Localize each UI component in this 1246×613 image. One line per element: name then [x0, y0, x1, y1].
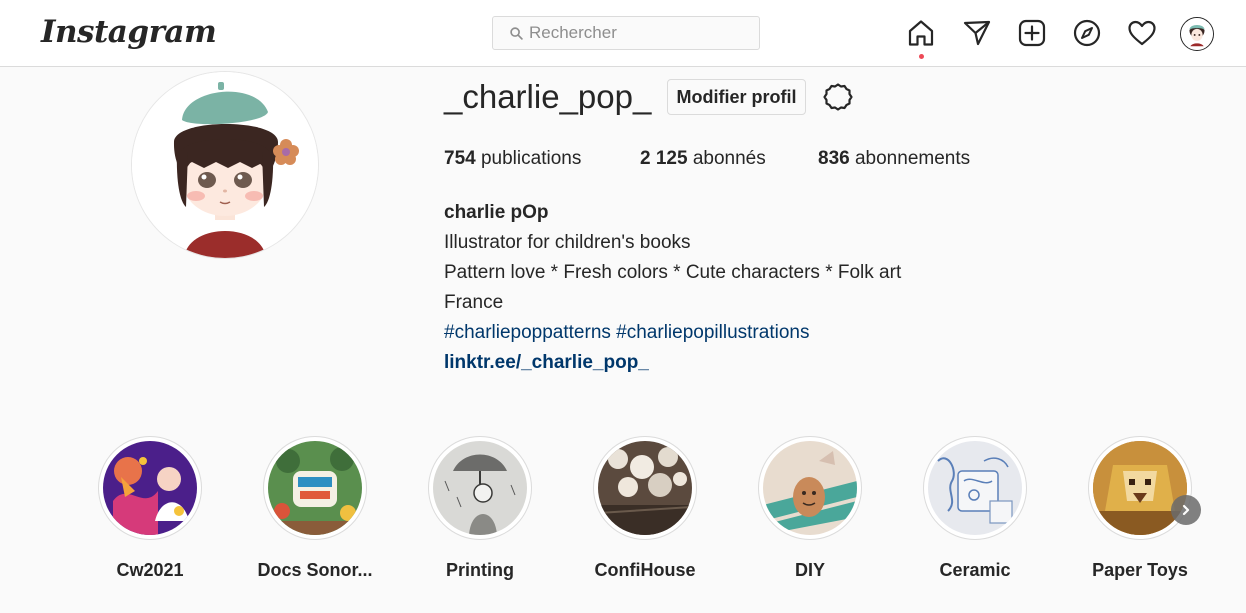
highlight-thumbnail [598, 441, 692, 535]
story-highlight[interactable]: ConfiHouse [592, 436, 698, 581]
highlight-thumbnail [1093, 441, 1187, 535]
activity-button[interactable] [1127, 18, 1157, 48]
highlight-ring [593, 436, 697, 540]
new-post-button[interactable] [1017, 18, 1047, 48]
new-post-icon [1018, 19, 1046, 47]
home-button[interactable] [906, 18, 936, 48]
highlight-thumbnail [433, 441, 527, 535]
highlight-label: Paper Toys [1092, 560, 1188, 580]
highlight-ring [758, 436, 862, 540]
following-count: 836 [818, 148, 850, 169]
story-highlight[interactable]: Printing [427, 436, 533, 581]
notification-dot [919, 54, 924, 59]
search-input[interactable] [529, 23, 749, 43]
highlight-label: ConfiHouse [594, 560, 696, 580]
story-highlight[interactable]: Ceramic [922, 436, 1028, 581]
story-highlight[interactable]: DIY [757, 436, 863, 581]
bio-hashtags: #charliepoppatterns #charliepopillustrat… [444, 318, 901, 348]
highlight-ring [263, 436, 367, 540]
story-highlight[interactable]: Cw2021 [97, 436, 203, 581]
highlight-ring [1088, 436, 1192, 540]
highlight-label: Ceramic [939, 560, 1011, 580]
explore-button[interactable] [1072, 18, 1102, 48]
highlight-ring [428, 436, 532, 540]
profile-username: _charlie_pop_ [444, 78, 652, 115]
hashtag-link[interactable]: #charliepopillustrations [616, 322, 809, 343]
search-box[interactable] [492, 16, 760, 50]
followers-stat[interactable]: 2 125 abonnés [640, 148, 766, 170]
bio-line: France [444, 292, 504, 313]
highlight-label: Printing [446, 560, 514, 580]
settings-button[interactable] [822, 81, 854, 113]
chevron-right-icon [1182, 504, 1190, 516]
edit-profile-button[interactable]: Modifier profil [667, 79, 806, 115]
highlight-ring [923, 436, 1027, 540]
posts-label: publications [480, 148, 582, 169]
highlights-next-button[interactable] [1171, 495, 1201, 525]
bio-line: Pattern love * Fresh colors * Cute chara… [444, 262, 902, 283]
posts-stat: 754 publications [444, 148, 581, 170]
profile-avatar [1181, 18, 1213, 50]
following-label: abonnements [854, 148, 971, 169]
followers-count: 2 125 [640, 148, 688, 169]
explore-icon [1073, 19, 1101, 47]
posts-count: 754 [444, 148, 476, 169]
bio-website-link[interactable]: linktr.ee/_charlie_pop_ [444, 348, 901, 378]
highlight-label: Cw2021 [116, 560, 184, 580]
full-name: charlie pOp [444, 202, 549, 223]
direct-messages-button[interactable] [962, 18, 992, 48]
highlight-thumbnail [268, 441, 362, 535]
search-icon [510, 26, 523, 40]
settings-gear-icon [823, 83, 853, 111]
hashtag-link[interactable]: #charliepoppatterns [444, 322, 611, 343]
highlight-label: DIY [794, 560, 825, 580]
direct-message-icon [963, 20, 991, 46]
highlight-label: Docs Sonor... [257, 560, 373, 580]
top-navigation-bar: Instagram [0, 0, 1246, 67]
profile-bio: charlie pOp Illustrator for children's b… [444, 198, 901, 378]
highlight-thumbnail [103, 441, 197, 535]
profile-illustration [132, 72, 318, 258]
profile-avatar-button[interactable] [1180, 17, 1214, 51]
highlight-thumbnail [928, 441, 1022, 535]
highlight-thumbnail [763, 441, 857, 535]
instagram-logo[interactable]: Instagram [41, 14, 217, 50]
following-stat[interactable]: 836 abonnements [818, 148, 970, 170]
bio-line: Illustrator for children's books [444, 232, 691, 253]
highlight-ring [98, 436, 202, 540]
home-icon [908, 20, 934, 46]
profile-picture[interactable] [132, 72, 318, 258]
followers-label: abonnés [692, 148, 766, 169]
activity-heart-icon [1128, 20, 1156, 46]
story-highlight[interactable]: Docs Sonor... [257, 436, 373, 581]
